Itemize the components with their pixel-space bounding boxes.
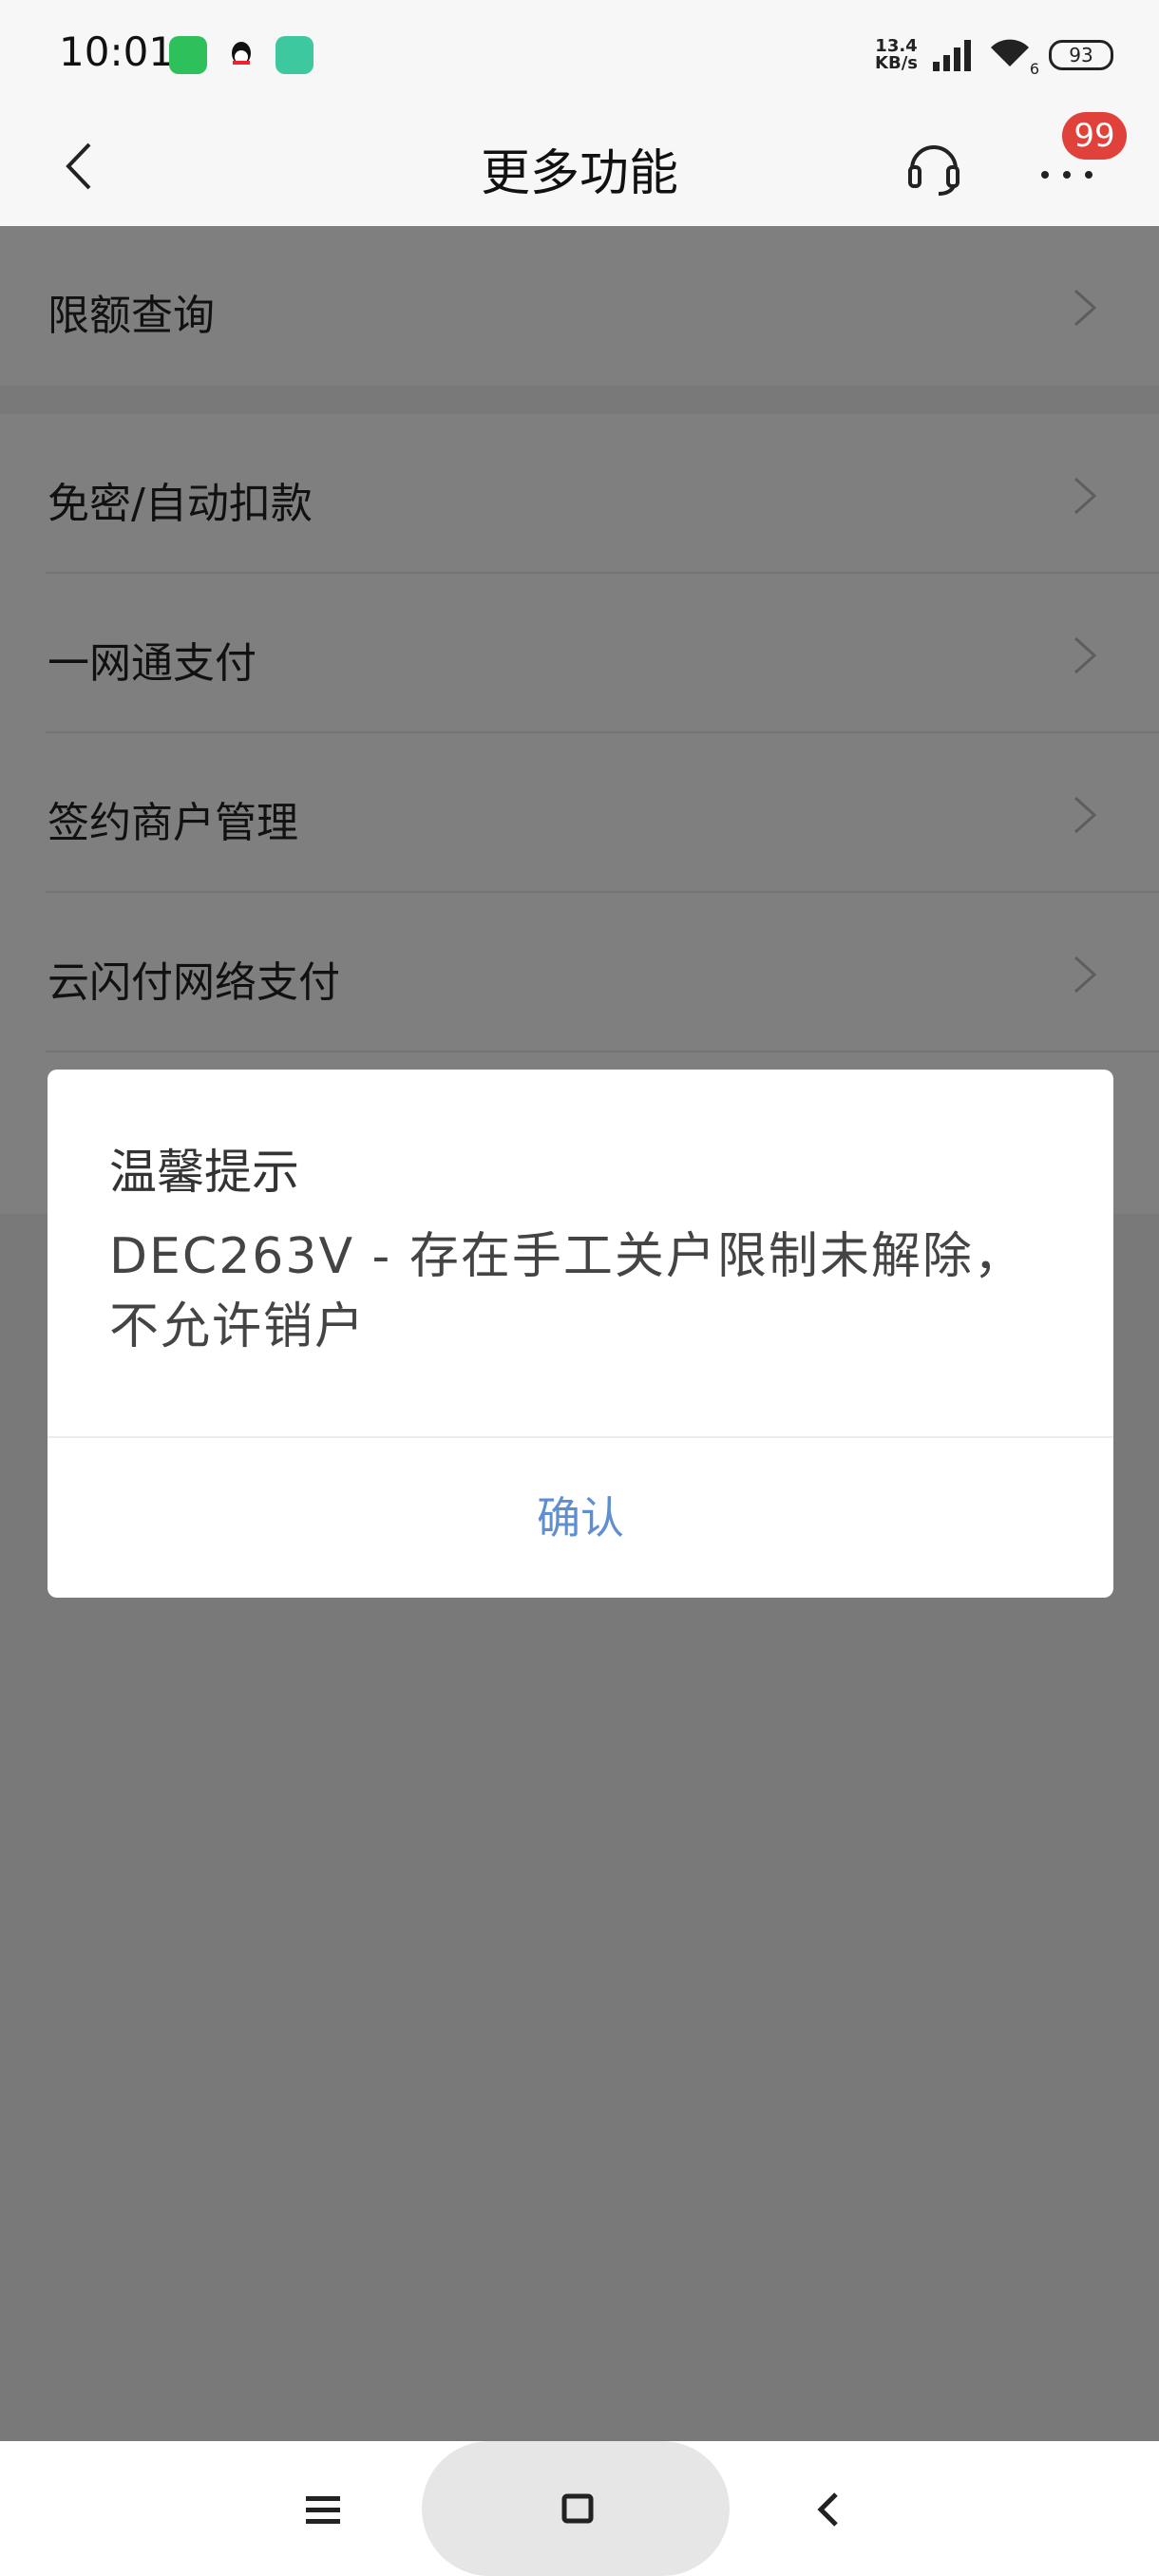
battery-indicator: 93	[1049, 40, 1113, 70]
back-icon[interactable]	[800, 2481, 857, 2538]
wechat-app-icon	[169, 36, 207, 74]
home-icon[interactable]	[549, 2481, 606, 2538]
wifi-indicator: 6	[988, 36, 1039, 78]
confirm-button[interactable]: 确认	[48, 1438, 1113, 1598]
status-time: 10:01	[59, 28, 175, 75]
dialog-message: DEC263V - 存在手工关户限制未解除，不允许销户	[109, 1228, 1025, 1355]
shield-app-icon	[276, 36, 314, 74]
headset-icon[interactable]	[901, 131, 967, 198]
header: 更多功能	[0, 106, 1159, 226]
network-speed-unit: KB/s	[875, 53, 918, 73]
wifi-label: 6	[1029, 60, 1039, 78]
wifi-icon	[991, 39, 1029, 66]
status-bar: 10:01 13.4 KB/s 6 93	[0, 0, 1159, 106]
system-navigation-bar	[0, 2441, 1159, 2576]
screen: 10:01 13.4 KB/s 6 93 更多功能 99 温馨提示 DEC263…	[0, 0, 1159, 2576]
signal-icon	[933, 40, 971, 71]
menu-icon[interactable]	[294, 2481, 352, 2538]
network-speed: 13.4 KB/s	[875, 38, 918, 72]
notification-badge: 99	[1062, 112, 1127, 160]
dialog-title: 温馨提示	[109, 1145, 299, 1200]
page-title: 更多功能	[480, 145, 678, 202]
alert-dialog: 温馨提示 DEC263V - 存在手工关户限制未解除，不允许销户 确认	[48, 1070, 1113, 1598]
qq-app-icon	[232, 42, 251, 65]
status-indicators: 13.4 KB/s 6 93	[875, 32, 1113, 78]
